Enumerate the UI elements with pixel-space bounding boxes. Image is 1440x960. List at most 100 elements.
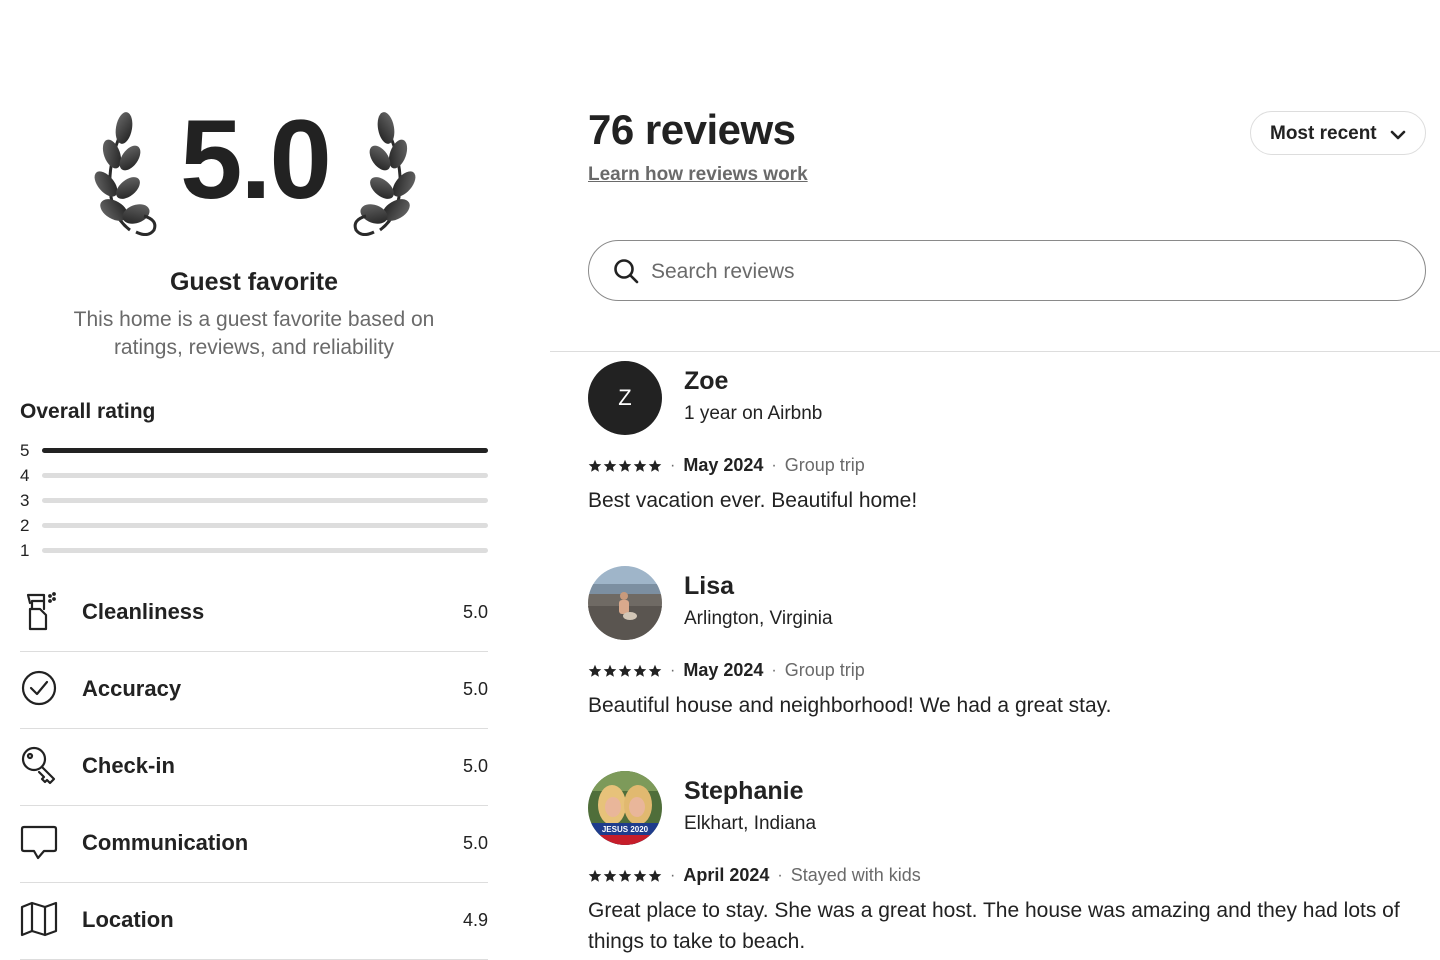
search-reviews-input[interactable]	[649, 255, 1393, 289]
category-row-cleanliness: Cleanliness 5.0	[20, 575, 488, 652]
review-date: May 2024	[683, 660, 764, 680]
category-label: Accuracy	[82, 676, 182, 701]
search-icon	[614, 259, 639, 284]
distribution-row: 1	[20, 540, 488, 565]
distribution-bar	[42, 498, 488, 503]
separator-dot: ·	[670, 661, 676, 679]
distribution-star-label: 2	[20, 516, 30, 535]
separator-dot: ·	[777, 866, 783, 884]
check-circle-icon	[21, 670, 57, 706]
reviews-count-title: 76 reviews	[588, 106, 796, 153]
review-text: Beautiful house and neighborhood! We had…	[588, 694, 1112, 717]
distribution-bar-fill	[42, 448, 488, 453]
review-text: Best vacation ever. Beautiful home!	[588, 489, 918, 512]
trip-type: Stayed with kids	[790, 865, 921, 885]
guest-favorite-hero: 5.0	[90, 100, 420, 250]
distribution-star-label: 4	[20, 466, 30, 485]
category-score: 5.0	[462, 833, 488, 853]
beach-photo-avatar-icon	[588, 566, 662, 640]
star-icon	[648, 664, 662, 677]
star-icon	[603, 459, 617, 472]
distribution-star-label: 1	[20, 541, 30, 560]
category-row-communication: Communication 5.0	[20, 806, 488, 883]
distribution-star-label: 3	[20, 491, 30, 510]
star-icon	[603, 664, 617, 677]
laurel-right-icon	[353, 112, 416, 236]
category-label: Location	[82, 907, 174, 932]
avatar[interactable]: Z	[588, 361, 662, 435]
star-icon	[588, 459, 602, 472]
trip-type: Group trip	[784, 455, 865, 475]
star-icon	[633, 459, 647, 472]
distribution-bar	[42, 523, 488, 528]
selfie-photo-avatar-icon: JESUS 2020	[588, 771, 662, 845]
distribution-star-label: 5	[20, 441, 30, 460]
star-icon	[633, 664, 647, 677]
overall-rating-label: Overall rating	[20, 400, 156, 423]
separator-dot: ·	[670, 866, 676, 884]
distribution-row: 5	[20, 440, 488, 465]
reviewer-subtitle: Elkhart, Indiana	[684, 813, 817, 834]
review-meta: · April 2024 · Stayed with kids	[588, 865, 921, 886]
star-icon	[618, 459, 632, 472]
trip-type: Group trip	[784, 660, 865, 680]
category-label: Check-in	[82, 753, 175, 778]
sort-dropdown-button[interactable]: Most recent	[1250, 111, 1426, 155]
guest-favorite-title: Guest favorite	[169, 268, 339, 296]
key-icon	[21, 746, 56, 785]
star-icon	[588, 664, 602, 677]
review-meta: · May 2024 · Group trip	[588, 455, 865, 476]
category-label: Communication	[82, 830, 249, 855]
distribution-row: 4	[20, 465, 488, 490]
reviewer-subtitle: 1 year on Airbnb	[684, 403, 823, 424]
category-score: 4.9	[462, 910, 488, 930]
avatar[interactable]	[588, 566, 662, 640]
rating-distribution: 5 4 3 2 1	[20, 440, 488, 565]
review-text: Great place to stay. She was a great hos…	[588, 899, 1400, 953]
svg-text:JESUS 2020: JESUS 2020	[602, 825, 649, 834]
review-date: May 2024	[683, 455, 764, 475]
map-icon	[20, 901, 58, 937]
star-icon	[588, 869, 602, 882]
category-label: Cleanliness	[82, 599, 205, 624]
star-icon	[633, 869, 647, 882]
reviewer-name: Zoe	[684, 367, 729, 395]
chevron-down-icon	[1390, 130, 1406, 140]
category-row-location: Location 4.9	[20, 883, 488, 960]
star-icon	[618, 664, 632, 677]
category-row-accuracy: Accuracy 5.0	[20, 652, 488, 729]
review-date: April 2024	[683, 865, 770, 885]
separator-dot: ·	[670, 456, 676, 474]
avatar[interactable]: JESUS 2020	[588, 771, 662, 845]
chat-bubble-icon	[20, 825, 58, 860]
search-reviews-field[interactable]	[588, 240, 1426, 301]
guest-favorite-description: This home is a guest favorite based on r…	[73, 308, 435, 359]
star-icon	[648, 869, 662, 882]
category-score: 5.0	[462, 756, 488, 776]
learn-how-reviews-work-link[interactable]: Learn how reviews work	[588, 164, 808, 186]
reviewer-name: Stephanie	[684, 777, 804, 805]
category-row-check-in: Check-in 5.0	[20, 729, 488, 806]
star-icon	[618, 869, 632, 882]
distribution-bar	[42, 448, 488, 453]
distribution-row: 2	[20, 515, 488, 540]
category-score: 5.0	[462, 679, 488, 699]
separator-dot: ·	[771, 661, 777, 679]
category-ratings: Cleanliness 5.0 Accuracy 5.0 Check-in 5.…	[20, 575, 488, 960]
category-score: 5.0	[462, 602, 488, 622]
star-rating	[588, 459, 662, 473]
review-meta: · May 2024 · Group trip	[588, 660, 865, 681]
reviewer-name: Lisa	[684, 572, 735, 600]
distribution-row: 3	[20, 490, 488, 515]
section-divider	[550, 351, 1440, 352]
star-icon	[648, 459, 662, 472]
sort-dropdown-label: Most recent	[1270, 123, 1377, 144]
star-icon	[603, 869, 617, 882]
star-rating	[588, 869, 662, 883]
reviews-panel: 76 reviews Learn how reviews work Most r…	[550, 0, 1440, 960]
star-rating	[588, 664, 662, 678]
reviewer-subtitle: Arlington, Virginia	[684, 608, 833, 629]
separator-dot: ·	[771, 456, 777, 474]
distribution-bar	[42, 473, 488, 478]
distribution-bar	[42, 548, 488, 553]
